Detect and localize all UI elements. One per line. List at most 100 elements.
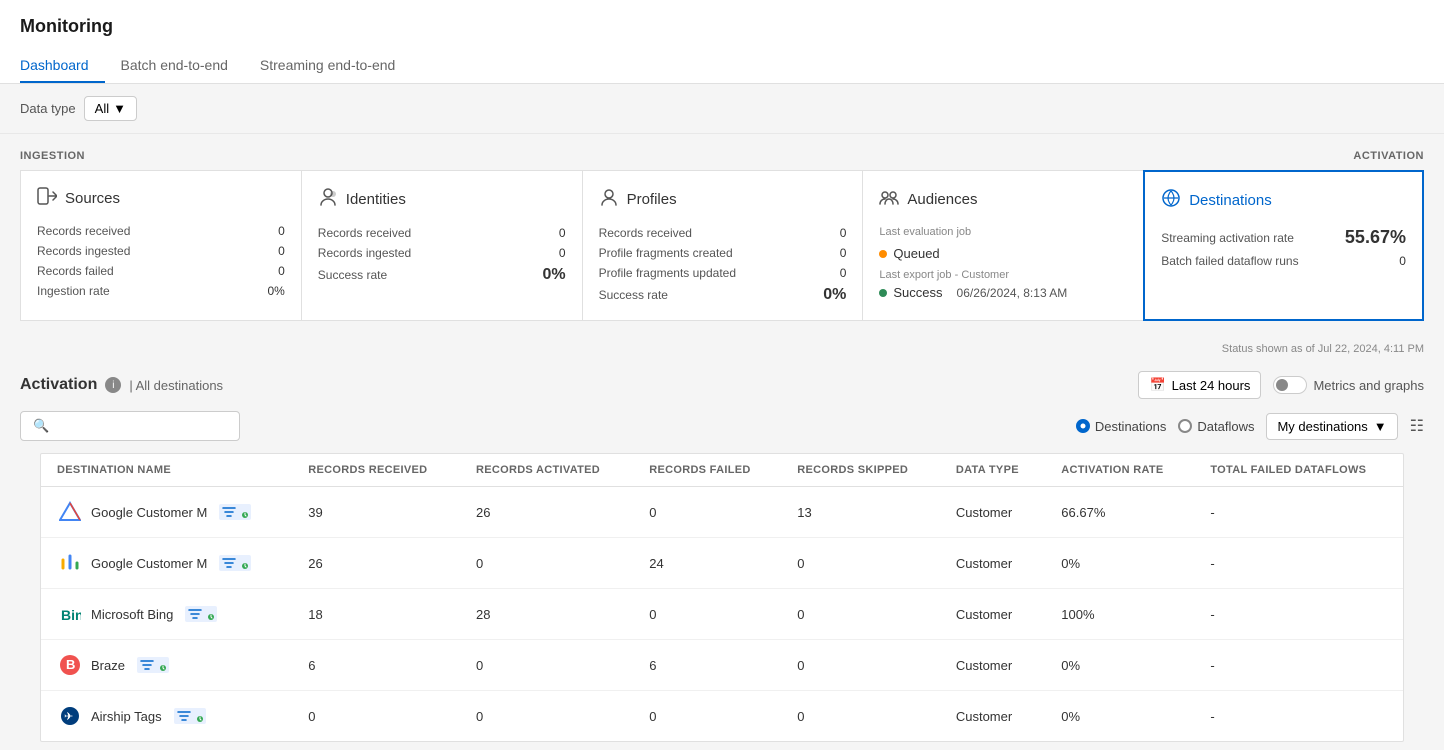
- col-records-received: RECORDS RECEIVED: [292, 454, 460, 487]
- data-type-cell: Customer: [940, 589, 1045, 640]
- sources-value-0: 0: [278, 224, 285, 238]
- profiles-label-1: Profile fragments created: [599, 246, 733, 260]
- metrics-label: Metrics and graphs: [1313, 378, 1424, 393]
- dest-logo-braze: B: [57, 652, 83, 678]
- filter-tag-icon[interactable]: [185, 606, 217, 622]
- filter-tag-icon[interactable]: [137, 657, 169, 673]
- audiences-success-text: Success: [893, 285, 942, 300]
- destinations-radio-label: Destinations: [1095, 419, 1167, 434]
- failed-dataflows-cell: -: [1194, 691, 1403, 742]
- records-skipped-cell: 13: [781, 487, 940, 538]
- filter-row: 🔍 Destinations Dataflows My destinations…: [20, 411, 1424, 441]
- filter-controls: Destinations Dataflows My destinations ▼…: [1076, 413, 1424, 440]
- metrics-toggle[interactable]: [1273, 376, 1307, 394]
- sources-row-0: Records received 0: [37, 224, 285, 238]
- calendar-icon: 📅: [1149, 377, 1165, 393]
- sources-value-2: 0: [278, 264, 285, 278]
- svg-text:Bing: Bing: [61, 607, 81, 623]
- identities-title: Identities: [346, 191, 406, 208]
- time-range-label: Last 24 hours: [1172, 378, 1251, 393]
- identities-label-2: Success rate: [318, 268, 387, 282]
- tab-batch[interactable]: Batch end-to-end: [105, 49, 244, 83]
- destinations-icon: [1161, 188, 1181, 213]
- records-skipped-cell: 0: [781, 640, 940, 691]
- chevron-down-icon: ▼: [113, 101, 126, 116]
- table-row[interactable]: B Braze 6 0 6 0 Customer 0% -: [41, 640, 1403, 691]
- filter-tag-icon[interactable]: [219, 555, 251, 571]
- table-row[interactable]: ✈ Airship Tags 0 0 0 0 Customer 0% -: [41, 691, 1403, 742]
- audiences-title: Audiences: [907, 191, 977, 208]
- my-destinations-label: My destinations: [1277, 419, 1367, 434]
- time-range-button[interactable]: 📅 Last 24 hours: [1138, 371, 1261, 399]
- identities-icon: [318, 187, 338, 212]
- profiles-icon: [599, 187, 619, 212]
- destinations-batch-label: Batch failed dataflow runs: [1161, 254, 1298, 268]
- sources-row-3: Ingestion rate 0%: [37, 284, 285, 298]
- sources-title: Sources: [65, 190, 120, 207]
- dataflows-radio-button[interactable]: [1178, 419, 1192, 433]
- records-failed-cell: 6: [633, 640, 781, 691]
- profiles-value-3: 0%: [823, 286, 846, 304]
- all-destinations-filter: | All destinations: [129, 378, 223, 393]
- data-type-cell: Customer: [940, 691, 1045, 742]
- destinations-card[interactable]: Destinations Streaming activation rate 5…: [1143, 170, 1424, 321]
- table-row[interactable]: Bing Microsoft Bing 18 28 0 0 Customer 1…: [41, 589, 1403, 640]
- search-icon: 🔍: [33, 418, 49, 434]
- activation-rate-cell: 0%: [1045, 691, 1194, 742]
- records-failed-cell: 0: [633, 691, 781, 742]
- sources-card-header: Sources: [37, 187, 285, 210]
- profiles-row-1: Profile fragments created 0: [599, 246, 847, 260]
- destinations-streaming-label: Streaming activation rate: [1161, 231, 1294, 245]
- metrics-button[interactable]: Metrics and graphs: [1273, 376, 1424, 394]
- activation-rate-cell: 66.67%: [1045, 487, 1194, 538]
- identities-value-0: 0: [559, 226, 566, 240]
- destinations-radio[interactable]: Destinations: [1076, 419, 1167, 434]
- search-box[interactable]: 🔍: [20, 411, 240, 441]
- table-row[interactable]: Google Customer M 39 26 0 13 Customer 66…: [41, 487, 1403, 538]
- grid-view-icon[interactable]: ☷: [1410, 416, 1424, 436]
- failed-dataflows-cell: -: [1194, 589, 1403, 640]
- identities-card[interactable]: Identities Records received 0 Records in…: [301, 170, 582, 321]
- destinations-streaming-row: Streaming activation rate 55.67%: [1161, 227, 1406, 248]
- tab-dashboard[interactable]: Dashboard: [20, 49, 105, 83]
- search-input[interactable]: [57, 419, 217, 434]
- filter-tag-icon[interactable]: [174, 708, 206, 724]
- svg-text:✈: ✈: [64, 711, 73, 723]
- records-activated-cell: 0: [460, 640, 633, 691]
- col-records-failed: RECORDS FAILED: [633, 454, 781, 487]
- identities-card-header: Identities: [318, 187, 566, 212]
- profiles-label-2: Profile fragments updated: [599, 266, 736, 280]
- info-icon[interactable]: i: [105, 377, 121, 393]
- profiles-value-2: 0: [840, 266, 847, 280]
- dest-name-cell: B Braze: [41, 640, 292, 691]
- audiences-card[interactable]: Audiences Last evaluation job Queued Las…: [862, 170, 1143, 321]
- filter-tag-icon[interactable]: [219, 504, 251, 520]
- dest-name-cell: ✈ Airship Tags: [41, 691, 292, 742]
- dest-name-text: Microsoft Bing: [91, 607, 173, 622]
- sources-card[interactable]: Sources Records received 0 Records inges…: [20, 170, 301, 321]
- tab-streaming[interactable]: Streaming end-to-end: [244, 49, 411, 83]
- profiles-card[interactable]: Profiles Records received 0 Profile frag…: [582, 170, 863, 321]
- table-row[interactable]: Google Customer M 26 0 24 0 Customer 0% …: [41, 538, 1403, 589]
- dest-cell: Google Customer M: [57, 550, 276, 576]
- records-failed-cell: 24: [633, 538, 781, 589]
- profiles-value-0: 0: [840, 226, 847, 240]
- dest-name-cell: Google Customer M: [41, 487, 292, 538]
- data-type-dropdown[interactable]: All ▼: [84, 96, 137, 121]
- sources-label-1: Records ingested: [37, 244, 130, 258]
- sources-label-3: Ingestion rate: [37, 284, 110, 298]
- sources-value-3: 0%: [267, 284, 284, 298]
- destinations-radio-button[interactable]: [1076, 419, 1090, 433]
- data-type-value: All: [95, 101, 109, 116]
- chevron-down-icon: ▼: [1374, 419, 1387, 434]
- data-type-cell: Customer: [940, 538, 1045, 589]
- my-destinations-dropdown[interactable]: My destinations ▼: [1266, 413, 1397, 440]
- records-skipped-cell: 0: [781, 589, 940, 640]
- dataflows-radio[interactable]: Dataflows: [1178, 419, 1254, 434]
- table-header-row: DESTINATION NAME RECORDS RECEIVED RECORD…: [41, 454, 1403, 487]
- dest-name-cell: Google Customer M: [41, 538, 292, 589]
- dest-cell: ✈ Airship Tags: [57, 703, 276, 729]
- destinations-batch-row: Batch failed dataflow runs 0: [1161, 254, 1406, 268]
- dest-logo-google-ads: [57, 499, 83, 525]
- records-received-cell: 6: [292, 640, 460, 691]
